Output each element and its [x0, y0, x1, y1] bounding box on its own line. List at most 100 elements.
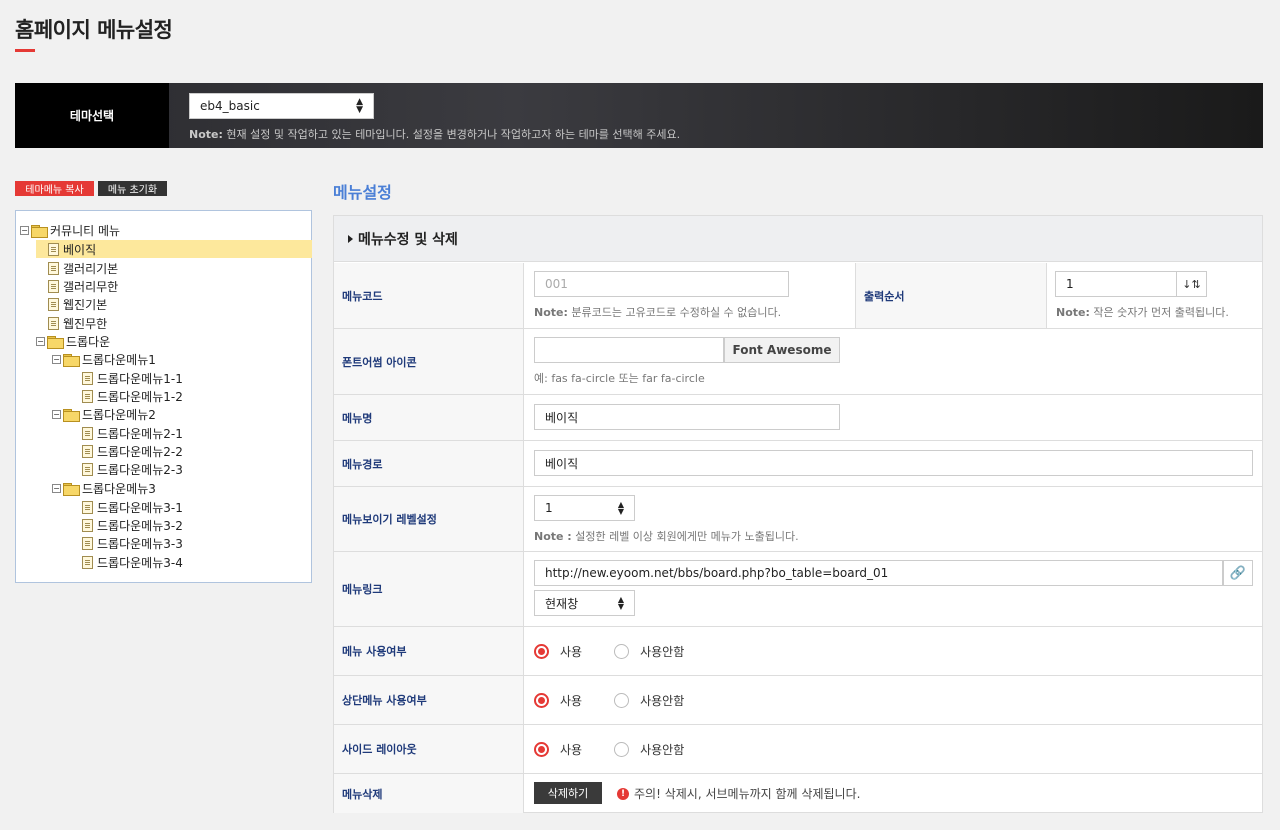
font-awesome-button[interactable]: Font Awesome	[724, 337, 840, 363]
tree-item[interactable]: 갤러리기본	[48, 259, 118, 277]
row-top-menu-use: 상단메뉴 사용여부 사용 사용안함	[334, 676, 1262, 725]
document-icon	[48, 261, 59, 275]
menu-use-radio-group: 사용 사용안함	[534, 643, 716, 660]
radio-not-use[interactable]	[614, 644, 630, 659]
tree-item[interactable]: 드롭다운메뉴3-4	[82, 553, 183, 571]
section-title: 메뉴설정	[333, 183, 392, 202]
tree-item[interactable]: 드롭다운메뉴2-1	[82, 424, 183, 442]
collapse-icon[interactable]: −	[36, 336, 45, 346]
page-title: 홈페이지 메뉴설정	[15, 18, 173, 42]
tree-item[interactable]: 드롭다운메뉴1-1	[82, 369, 183, 387]
tree-item-basic[interactable]: 베이직	[36, 240, 312, 258]
menu-code-label: 메뉴코드	[334, 263, 524, 328]
menu-tree: − 커뮤니티 메뉴 베이직 갤러리기본 갤러리무한 웹진기본 웹진무한 − 드롭다운…	[15, 210, 312, 583]
select-arrows-icon: ▲ ▼	[356, 97, 363, 115]
icon-label: 폰트어썸 아이콘	[334, 329, 524, 394]
document-icon	[82, 555, 93, 569]
reset-menu-button[interactable]: 메뉴 초기화	[98, 181, 167, 196]
copy-theme-menu-button[interactable]: 테마메뉴 복사	[15, 181, 94, 196]
document-icon	[48, 242, 59, 256]
order-note: Note: 작은 숫자가 먼저 출력됩니다.	[1056, 306, 1229, 319]
order-input[interactable]: 1	[1055, 271, 1177, 297]
menu-path-label: 메뉴경로	[334, 441, 524, 486]
warning-icon: !	[617, 787, 629, 800]
menu-path-input[interactable]: 베이직	[534, 450, 1253, 476]
collapse-icon[interactable]: −	[20, 225, 29, 235]
folder-icon	[63, 408, 80, 422]
menu-link-label: 메뉴링크	[334, 552, 524, 626]
menu-level-note: Note : 설정한 레벨 이상 회원에게만 메뉴가 노출됩니다.	[534, 530, 799, 543]
top-menu-use-label: 상단메뉴 사용여부	[334, 676, 524, 724]
icon-input[interactable]	[534, 337, 724, 363]
menu-name-label: 메뉴명	[334, 395, 524, 440]
tree-folder[interactable]: − 드롭다운메뉴1	[52, 350, 156, 368]
theme-note: Note: 현재 설정 및 작업하고 있는 테마입니다. 설정을 변경하거나 작…	[189, 128, 681, 141]
radio-use[interactable]	[534, 742, 549, 757]
document-icon	[48, 297, 59, 311]
theme-select[interactable]: eb4_basic ▲ ▼	[189, 93, 374, 119]
sort-icon[interactable]: ↓⇅	[1177, 271, 1207, 297]
document-icon	[82, 389, 93, 403]
radio-use[interactable]	[534, 644, 549, 659]
document-icon	[82, 444, 93, 458]
top-menu-use-radio-group: 사용 사용안함	[534, 692, 716, 709]
tree-item[interactable]: 웹진기본	[48, 295, 107, 313]
tree-item[interactable]: 드롭다운메뉴3-1	[82, 498, 183, 516]
select-arrows-icon: ▲ ▼	[617, 500, 624, 516]
document-icon	[48, 279, 59, 293]
document-icon	[82, 426, 93, 440]
document-icon	[82, 536, 93, 550]
title-underline	[15, 49, 35, 52]
tree-item[interactable]: 웹진무한	[48, 314, 107, 332]
collapse-icon[interactable]: −	[52, 354, 61, 364]
menu-code-note: Note: 분류코드는 고유코드로 수정하실 수 없습니다.	[534, 306, 782, 319]
row-menu-use: 메뉴 사용여부 사용 사용안함	[334, 627, 1262, 676]
row-menu-code: 메뉴코드 001 Note: 분류코드는 고유코드로 수정하실 수 없습니다. …	[334, 263, 1262, 329]
folder-icon	[63, 353, 80, 367]
menu-edit-panel: 메뉴수정 및 삭제 메뉴코드 001 Note: 분류코드는 고유코드로 수정하…	[333, 215, 1263, 813]
row-menu-link: 메뉴링크 http://new.eyoom.net/bbs/board.php?…	[334, 552, 1262, 627]
tree-folder-dropdown[interactable]: − 드롭다운	[36, 332, 110, 350]
row-menu-delete: 메뉴삭제 삭제하기 ! 주의! 삭제시, 서브메뉴까지 함께 삭제됩니다.	[334, 774, 1262, 813]
radio-not-use[interactable]	[614, 742, 630, 757]
tree-folder[interactable]: − 드롭다운메뉴3	[52, 479, 156, 497]
menu-delete-label: 메뉴삭제	[334, 774, 524, 813]
theme-select-value: eb4_basic	[200, 99, 260, 113]
folder-icon	[31, 224, 48, 238]
delete-button[interactable]: 삭제하기	[534, 782, 602, 804]
radio-use[interactable]	[534, 693, 549, 708]
menu-level-select[interactable]: 1 ▲ ▼	[534, 495, 635, 521]
panel-header: 메뉴수정 및 삭제	[334, 216, 1262, 262]
side-layout-label: 사이드 레이아웃	[334, 725, 524, 773]
icon-hint: 예: fas fa-circle 또는 far fa-circle	[534, 372, 705, 385]
menu-link-input[interactable]: http://new.eyoom.net/bbs/board.php?bo_ta…	[534, 560, 1223, 586]
caret-right-icon	[348, 234, 353, 243]
document-icon	[82, 518, 93, 532]
collapse-icon[interactable]: −	[52, 483, 61, 493]
tree-item[interactable]: 드롭다운메뉴3-2	[82, 516, 183, 534]
tree-folder[interactable]: − 드롭다운메뉴2	[52, 405, 156, 423]
folder-icon	[63, 482, 80, 496]
link-icon[interactable]: 🔗	[1223, 560, 1253, 586]
theme-selector-box: 테마선택 eb4_basic ▲ ▼ Note: 현재 설정 및 작업하고 있는 …	[15, 83, 1263, 148]
order-label: 출력순서	[855, 263, 1047, 328]
tree-item[interactable]: 갤러리무한	[48, 277, 118, 295]
delete-warning: ! 주의! 삭제시, 서브메뉴까지 함께 삭제됩니다.	[617, 785, 860, 802]
tree-root[interactable]: − 커뮤니티 메뉴	[20, 221, 120, 239]
row-menu-name: 메뉴명 베이직	[334, 395, 1262, 441]
document-icon	[82, 371, 93, 385]
menu-code-input[interactable]: 001	[534, 271, 789, 297]
link-target-select[interactable]: 현재창 ▲ ▼	[534, 590, 635, 616]
collapse-icon[interactable]: −	[52, 409, 61, 419]
menu-name-input[interactable]: 베이직	[534, 404, 840, 430]
theme-label: 테마선택	[15, 83, 169, 148]
select-arrows-icon: ▲ ▼	[617, 595, 624, 611]
link-target-value: 현재창	[545, 596, 579, 611]
menu-use-label: 메뉴 사용여부	[334, 627, 524, 675]
tree-item[interactable]: 드롭다운메뉴1-2	[82, 387, 183, 405]
radio-not-use[interactable]	[614, 693, 630, 708]
tree-item[interactable]: 드롭다운메뉴2-3	[82, 460, 183, 478]
tree-item[interactable]: 드롭다운메뉴2-2	[82, 442, 183, 460]
side-layout-radio-group: 사용 사용안함	[534, 741, 716, 758]
tree-item[interactable]: 드롭다운메뉴3-3	[82, 534, 183, 552]
